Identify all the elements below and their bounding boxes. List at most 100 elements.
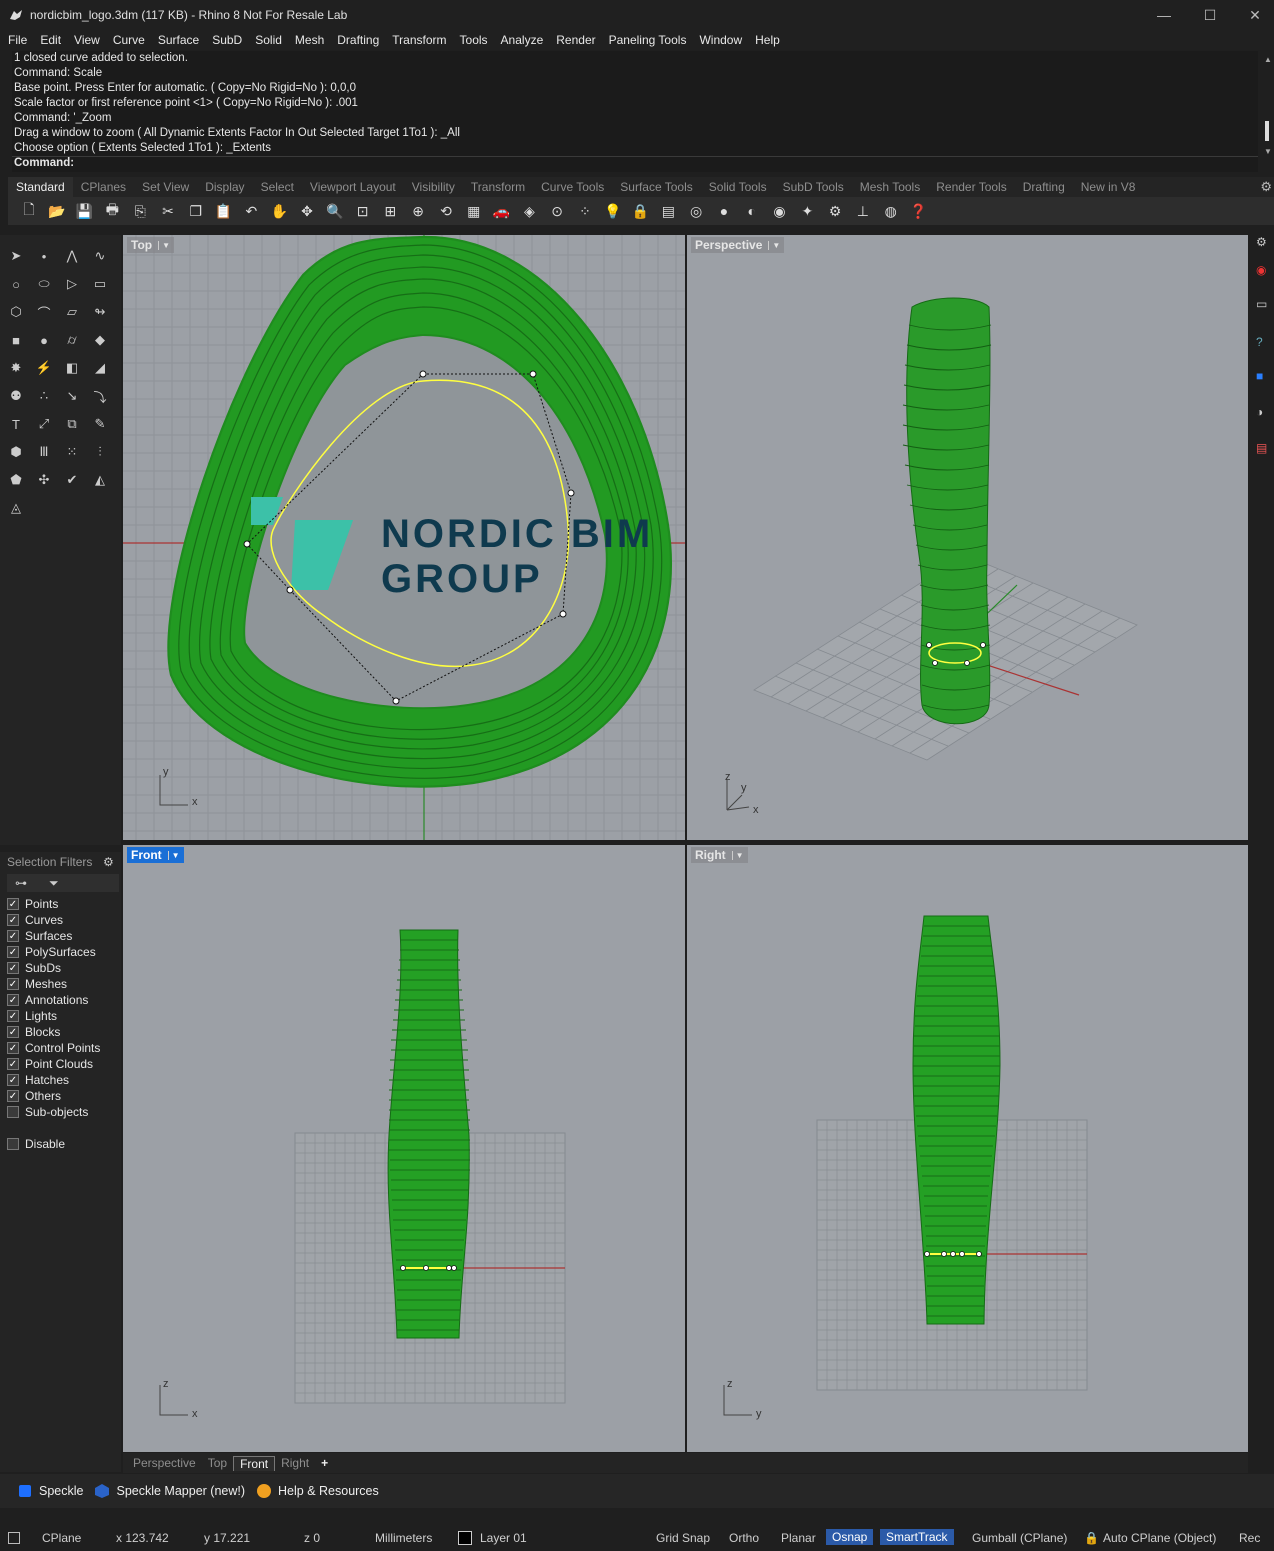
- zoom-selected-icon[interactable]: ⊕: [407, 200, 429, 222]
- dropdown-arrow-icon[interactable]: ▼: [731, 850, 744, 860]
- dimension-icon[interactable]: ⊥: [852, 200, 874, 222]
- filter-sub-objects[interactable]: Sub-objects: [7, 1105, 88, 1119]
- front-viewport[interactable]: z x Front ▼: [123, 845, 685, 1452]
- speckle-mapper-panel-button[interactable]: Speckle Mapper (new!): [93, 1482, 245, 1500]
- ellipse-icon[interactable]: ⬭: [32, 272, 56, 296]
- menu-help[interactable]: Help: [755, 33, 780, 47]
- add-viewport-tab-button[interactable]: +: [315, 1456, 334, 1470]
- viewport-label-top[interactable]: Top ▼: [127, 237, 175, 253]
- point-icon[interactable]: •: [32, 244, 56, 268]
- viewport-tab-right[interactable]: Right: [275, 1456, 315, 1470]
- dropdown-arrow-icon[interactable]: ▼: [158, 240, 170, 250]
- menu-solid[interactable]: Solid: [255, 33, 282, 47]
- pan-hand-icon[interactable]: ✋: [268, 200, 290, 222]
- lock-icon[interactable]: 🔒: [630, 200, 652, 222]
- filter-point-clouds[interactable]: ✓ Point Clouds: [7, 1057, 93, 1071]
- menu-tools[interactable]: Tools: [460, 33, 488, 47]
- record-history-toggle[interactable]: Rec: [1239, 1531, 1260, 1545]
- osnap-circle-icon[interactable]: ⊙: [546, 200, 568, 222]
- zoom-extents-icon[interactable]: ⊞: [379, 200, 401, 222]
- tab-viewport-layout[interactable]: Viewport Layout: [302, 177, 404, 197]
- maximize-button[interactable]: ☐: [1187, 0, 1233, 30]
- viewport-label-perspective[interactable]: Perspective ▼: [691, 237, 785, 253]
- menu-curve[interactable]: Curve: [113, 33, 145, 47]
- light-bulb-icon[interactable]: 💡: [602, 200, 624, 222]
- polygon-icon[interactable]: ▷: [60, 272, 84, 296]
- checkbox-icon[interactable]: ✓: [7, 994, 19, 1006]
- spheres-icon[interactable]: ●: [32, 328, 56, 352]
- sweep-icon[interactable]: ↬: [88, 300, 112, 324]
- status-toggle-icon[interactable]: [8, 1532, 20, 1544]
- color-wheel-icon[interactable]: ◎: [685, 200, 707, 222]
- railing-icon[interactable]: Ⅲ: [32, 440, 56, 464]
- cut-icon[interactable]: ✂: [157, 200, 179, 222]
- checkbox-icon[interactable]: ✓: [7, 898, 19, 910]
- smarttrack-toggle[interactable]: SmartTrack: [880, 1529, 954, 1545]
- menu-analyze[interactable]: Analyze: [501, 33, 544, 47]
- tab-subd-tools[interactable]: SubD Tools: [775, 177, 852, 197]
- tab-drafting[interactable]: Drafting: [1015, 177, 1073, 197]
- properties-panel-icon[interactable]: ▭: [1256, 297, 1267, 311]
- close-button[interactable]: ✕: [1232, 0, 1274, 30]
- scroll-thumb[interactable]: [1265, 121, 1269, 141]
- car-icon[interactable]: 🚗: [491, 200, 513, 222]
- dimension-tool-icon[interactable]: ⤢: [32, 412, 56, 436]
- filter-surfaces[interactable]: ✓ Surfaces: [7, 929, 72, 943]
- scroll-up-icon[interactable]: ▲: [1264, 55, 1272, 64]
- filter-annotations[interactable]: ✓ Annotations: [7, 993, 88, 1007]
- planar-toggle[interactable]: Planar: [781, 1531, 816, 1545]
- mesh-shape-icon[interactable]: ◭: [88, 468, 112, 492]
- filter-disable[interactable]: Disable: [7, 1137, 65, 1151]
- curve-icon[interactable]: ∿: [88, 244, 112, 268]
- perspective-viewport[interactable]: z y x Perspective ▼: [687, 235, 1248, 840]
- lock-icon[interactable]: 🔒: [1084, 1531, 1099, 1545]
- array-icon[interactable]: ∴: [32, 384, 56, 408]
- checkbox-icon[interactable]: [7, 1106, 19, 1118]
- checkbox-icon[interactable]: ✓: [7, 978, 19, 990]
- join-icon[interactable]: ⤵: [88, 384, 112, 408]
- solid-box-icon[interactable]: ⬢: [4, 440, 28, 464]
- checkbox-icon[interactable]: ✓: [7, 914, 19, 926]
- minimize-button[interactable]: —: [1141, 0, 1187, 30]
- tab-set-view[interactable]: Set View: [134, 177, 197, 197]
- surface-icon[interactable]: ▱: [60, 300, 84, 324]
- save-icon[interactable]: 💾: [74, 200, 96, 222]
- filter-blocks[interactable]: ✓ Blocks: [7, 1025, 60, 1039]
- tab-cplanes[interactable]: CPlanes: [73, 177, 134, 197]
- checkbox-icon[interactable]: ✓: [7, 946, 19, 958]
- auto-cplane-toggle[interactable]: Auto CPlane (Object): [1103, 1531, 1216, 1545]
- grasshopper-icon[interactable]: ◍: [880, 200, 902, 222]
- tab-display[interactable]: Display: [197, 177, 252, 197]
- undo-view-icon[interactable]: ⟲: [435, 200, 457, 222]
- right-viewport[interactable]: z y Right ▼: [687, 845, 1248, 1452]
- menu-paneling-tools[interactable]: Paneling Tools: [609, 33, 687, 47]
- panel-gear-icon[interactable]: ⚙: [1256, 235, 1267, 249]
- checkbox-icon[interactable]: ✓: [7, 1042, 19, 1054]
- display-panel-icon[interactable]: ◑: [1256, 405, 1263, 419]
- filter-hatches[interactable]: ✓ Hatches: [7, 1073, 69, 1087]
- analyze-icon[interactable]: ⬟: [4, 468, 28, 492]
- help-resources-panel-button[interactable]: Help & Resources: [255, 1482, 379, 1500]
- ortho-toggle[interactable]: Ortho: [729, 1531, 759, 1545]
- tab-solid-tools[interactable]: Solid Tools: [701, 177, 775, 197]
- check-icon[interactable]: ✔: [60, 468, 84, 492]
- render-sphere-icon[interactable]: ●: [713, 200, 735, 222]
- new-file-icon[interactable]: 🗋: [18, 200, 40, 222]
- checkbox-icon[interactable]: ✓: [7, 1058, 19, 1070]
- menu-surface[interactable]: Surface: [158, 33, 199, 47]
- menu-drafting[interactable]: Drafting: [337, 33, 379, 47]
- cplane-icon[interactable]: ◈: [518, 200, 540, 222]
- explode-icon[interactable]: ✸: [4, 356, 28, 380]
- paste-icon[interactable]: 📋: [213, 200, 235, 222]
- cylinder-icon[interactable]: ⌭: [60, 328, 84, 352]
- speckle-panel-button[interactable]: Speckle: [16, 1482, 83, 1500]
- polyline-icon[interactable]: ⋀: [60, 244, 84, 268]
- print-icon[interactable]: 🖶: [101, 200, 123, 222]
- viewport-tab-top[interactable]: Top: [202, 1456, 233, 1470]
- filter-points[interactable]: ✓ Points: [7, 897, 58, 911]
- filter-lights[interactable]: ✓ Lights: [7, 1009, 57, 1023]
- tab-surface-tools[interactable]: Surface Tools: [612, 177, 701, 197]
- copy-icon[interactable]: ❐: [185, 200, 207, 222]
- tab-mesh-tools[interactable]: Mesh Tools: [852, 177, 928, 197]
- checkbox-icon[interactable]: ✓: [7, 962, 19, 974]
